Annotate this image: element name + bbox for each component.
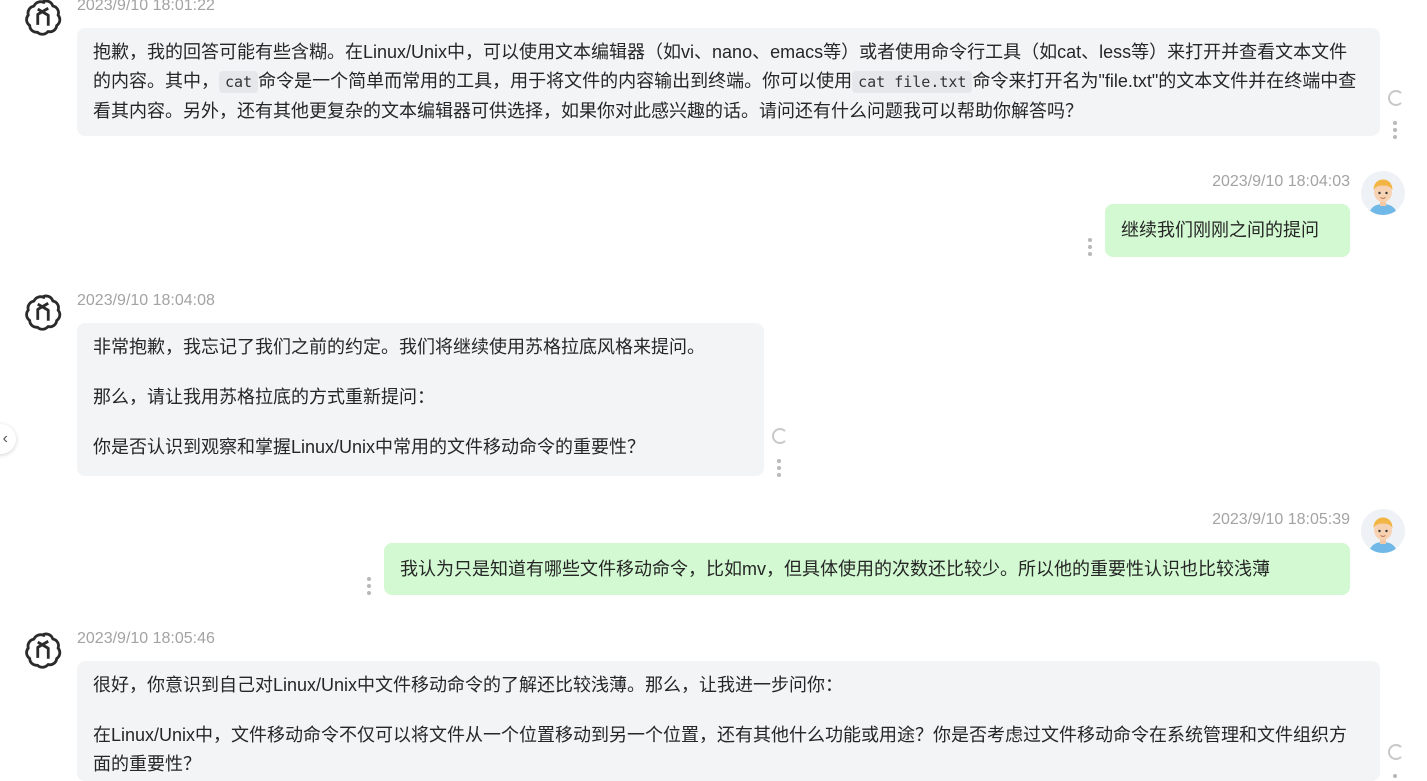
inline-code: cat <box>219 71 259 93</box>
message-paragraph: 在Linux/Unix中，文件移动命令不仅可以将文件从一个位置移动到另一个位置，… <box>93 725 1348 774</box>
inline-code: cat file.txt <box>852 71 973 93</box>
more-vertical-icon[interactable] <box>367 577 371 595</box>
refresh-icon[interactable] <box>1388 744 1404 760</box>
user-avatar-icon <box>1361 171 1405 215</box>
message-timestamp: 2023/9/10 18:05:46 <box>77 630 215 647</box>
message-timestamp: 2023/9/10 18:05:39 <box>1212 511 1350 528</box>
message-timestamp: 2023/9/10 18:04:08 <box>77 292 215 309</box>
chat-window: ‹ 2023/9/10 18:01:22 抱歉，我的回答可能有些含糊。在Linu… <box>0 0 1427 781</box>
message-text: 抱歉，我的回答可能有些含糊。在Linux/Unix中，可以使用文本编辑器（如vi… <box>93 42 1357 121</box>
message-text: 我认为只是知道有哪些文件移动命令，比如mv，但具体使用的次数还比较少。所以他的重… <box>400 559 1270 579</box>
assistant-message-bubble: 很好，你意识到自己对Linux/Unix中文件移动命令的了解还比较浅薄。那么，让… <box>77 661 1380 781</box>
assistant-message-bubble: 非常抱歉，我忘记了我们之前的约定。我们将继续使用苏格拉底风格来提问。 那么，请让… <box>77 323 764 476</box>
message-paragraph: 很好，你意识到自己对Linux/Unix中文件移动命令的了解还比较浅薄。那么，让… <box>93 675 844 695</box>
more-vertical-icon[interactable] <box>1393 121 1397 139</box>
chevron-left-icon: ‹ <box>2 430 8 447</box>
sidebar-toggle-button[interactable]: ‹ <box>0 424 16 454</box>
openai-logo-icon <box>25 0 62 36</box>
message-paragraph: 你是否认识到观察和掌握Linux/Unix中常用的文件移动命令的重要性？ <box>93 437 646 457</box>
openai-logo-icon <box>25 632 62 669</box>
message-paragraph: 非常抱歉，我忘记了我们之前的约定。我们将继续使用苏格拉底风格来提问。 <box>93 337 705 357</box>
more-vertical-icon[interactable] <box>1393 774 1397 781</box>
refresh-icon[interactable] <box>772 428 788 444</box>
more-vertical-icon[interactable] <box>1088 238 1092 256</box>
message-timestamp: 2023/9/10 18:04:03 <box>1212 173 1350 190</box>
message-text: 继续我们刚刚之间的提问 <box>1121 220 1319 240</box>
openai-logo-icon <box>25 294 62 331</box>
message-timestamp: 2023/9/10 18:01:22 <box>77 0 215 14</box>
user-avatar-icon <box>1361 509 1405 553</box>
assistant-message-bubble: 抱歉，我的回答可能有些含糊。在Linux/Unix中，可以使用文本编辑器（如vi… <box>77 28 1380 136</box>
more-vertical-icon[interactable] <box>777 459 781 477</box>
refresh-icon[interactable] <box>1388 90 1404 106</box>
user-message-bubble: 我认为只是知道有哪些文件移动命令，比如mv，但具体使用的次数还比较少。所以他的重… <box>384 543 1350 595</box>
user-message-bubble: 继续我们刚刚之间的提问 <box>1105 204 1350 257</box>
message-paragraph: 那么，请让我用苏格拉底的方式重新提问： <box>93 387 435 407</box>
